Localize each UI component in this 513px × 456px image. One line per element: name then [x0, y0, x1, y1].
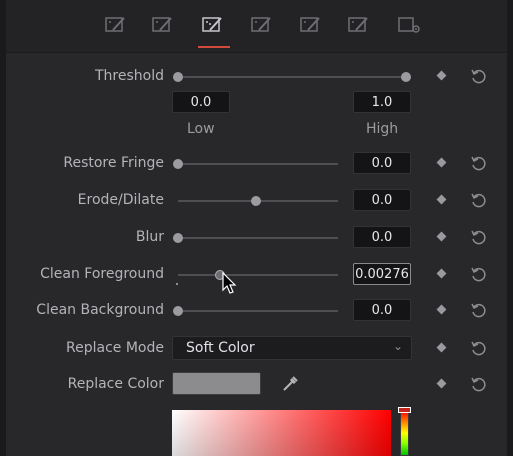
replace-color-label: Replace Color [67, 376, 164, 392]
clean-foreground-reset-icon[interactable] [470, 266, 487, 283]
qualifier-toolbar [6, 0, 507, 53]
qualifier-tool-3-icon[interactable] [198, 12, 230, 48]
restore-fringe-row: Restore Fringe 0.0 [6, 151, 507, 177]
replace-color-reset-icon[interactable] [470, 376, 487, 393]
threshold-label: Threshold [95, 68, 164, 84]
restore-fringe-thumb[interactable] [173, 159, 183, 169]
hue-slider-marker[interactable] [398, 407, 411, 413]
replace-mode-label: Replace Mode [66, 340, 164, 356]
threshold-low-field[interactable]: 0.0 [172, 91, 230, 113]
restore-fringe-field[interactable]: 0.0 [353, 152, 411, 174]
threshold-high-label: High [366, 121, 399, 137]
clean-foreground-label: Clean Foreground [40, 266, 164, 282]
replace-mode-reset-icon[interactable] [470, 340, 487, 357]
color-picker-field[interactable] [172, 410, 391, 456]
replace-mode-keyframe-icon[interactable] [436, 342, 447, 353]
threshold-high-field[interactable]: 1.0 [353, 91, 411, 113]
clean-background-thumb[interactable] [173, 306, 183, 316]
replace-color-row: Replace Color [6, 372, 507, 398]
clean-background-row: Clean Background 0.0 [6, 298, 507, 324]
threshold-keyframe-icon[interactable] [436, 70, 447, 81]
clean-foreground-thumb[interactable] [215, 270, 225, 280]
threshold-high-thumb[interactable] [401, 72, 411, 82]
threshold-low-thumb[interactable] [173, 72, 183, 82]
restore-fringe-keyframe-icon[interactable] [436, 157, 447, 168]
replace-mode-select[interactable]: Soft Color ⌄ [172, 336, 412, 360]
erode-dilate-field[interactable]: 0.0 [353, 189, 411, 211]
replace-color-swatch[interactable] [172, 372, 261, 395]
clean-foreground-keyframe-icon[interactable] [436, 268, 447, 279]
clean-background-field[interactable]: 0.0 [353, 299, 411, 321]
replace-color-keyframe-icon[interactable] [436, 378, 447, 389]
threshold-low-label: Low [187, 121, 215, 137]
clean-foreground-field[interactable]: 0.00276 [353, 263, 411, 285]
qualifier-tool-2-icon[interactable] [150, 12, 176, 38]
clean-foreground-row: Clean Foreground 0.00276 [6, 262, 507, 288]
qualifier-tool-5-icon[interactable] [298, 12, 324, 38]
right-border [507, 0, 513, 456]
hue-slider[interactable] [400, 410, 409, 456]
settings-tool-icon[interactable] [396, 12, 422, 38]
erode-dilate-reset-icon[interactable] [470, 192, 487, 209]
threshold-track[interactable] [178, 76, 406, 78]
qualifier-tool-1-icon[interactable] [103, 12, 129, 38]
blur-row: Blur 0.0 [6, 225, 507, 251]
restore-fringe-label: Restore Fringe [63, 155, 164, 171]
threshold-reset-icon[interactable] [470, 68, 487, 85]
clean-background-label: Clean Background [36, 302, 164, 318]
blur-keyframe-icon[interactable] [436, 231, 447, 242]
threshold-row: Threshold [6, 64, 507, 90]
eyedropper-icon[interactable] [281, 375, 299, 393]
clean-background-keyframe-icon[interactable] [436, 304, 447, 315]
restore-fringe-reset-icon[interactable] [470, 155, 487, 172]
clean-foreground-default-marker [176, 283, 178, 285]
erode-dilate-row: Erode/Dilate 0.0 [6, 188, 507, 214]
erode-dilate-keyframe-icon[interactable] [436, 194, 447, 205]
restore-fringe-track[interactable] [178, 163, 338, 165]
replace-mode-row: Replace Mode Soft Color ⌄ [6, 336, 507, 362]
blur-label: Blur [135, 229, 164, 245]
clean-background-reset-icon[interactable] [470, 302, 487, 319]
clean-foreground-track[interactable] [178, 274, 338, 276]
replace-mode-value: Soft Color [186, 340, 255, 356]
erode-dilate-thumb[interactable] [251, 196, 261, 206]
qualifier-panel: Threshold 0.0 1.0 Low High Restore Fring… [6, 0, 507, 456]
blur-thumb[interactable] [173, 233, 183, 243]
blur-field[interactable]: 0.0 [353, 226, 411, 248]
erode-dilate-label: Erode/Dilate [77, 192, 164, 208]
chevron-down-icon: ⌄ [392, 339, 403, 353]
blur-track[interactable] [178, 237, 338, 239]
clean-background-track[interactable] [178, 310, 338, 312]
blur-reset-icon[interactable] [470, 229, 487, 246]
qualifier-tool-4-icon[interactable] [249, 12, 275, 38]
qualifier-tool-6-icon[interactable] [346, 12, 372, 38]
